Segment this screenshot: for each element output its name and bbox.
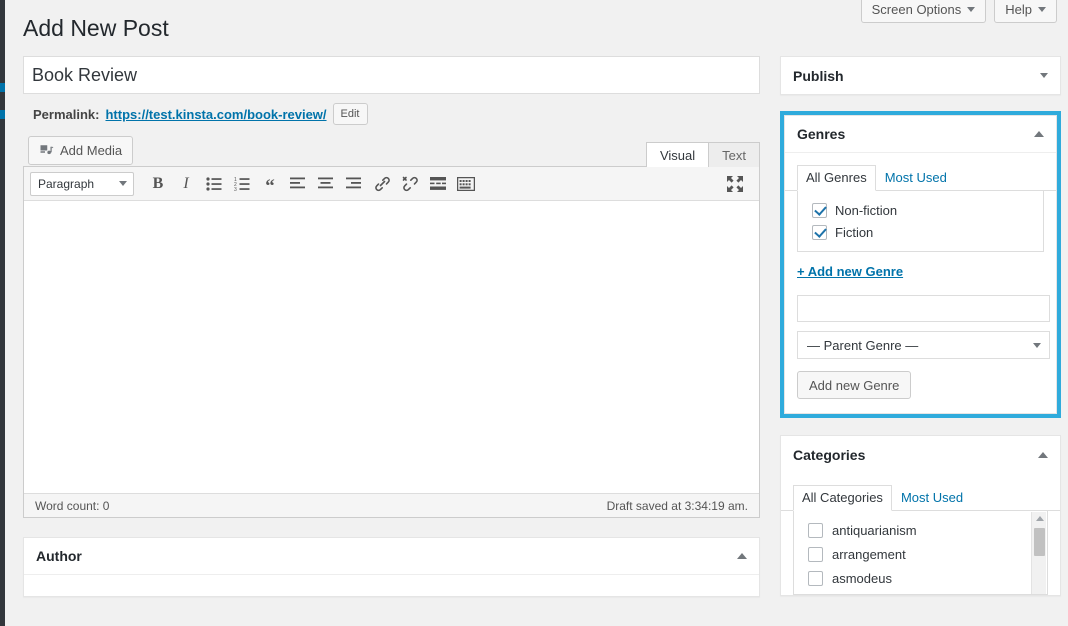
align-right-icon[interactable] [340, 171, 368, 197]
draft-saved-status: Draft saved at 3:34:19 am. [607, 499, 748, 513]
chevron-down-icon [967, 7, 975, 12]
fullscreen-icon[interactable] [721, 171, 749, 197]
bold-icon[interactable]: B [144, 171, 172, 197]
category-checkbox-antiquarianism[interactable] [808, 523, 823, 538]
genres-metabox-title: Genres [797, 126, 845, 142]
tab-most-used-categories[interactable]: Most Used [892, 485, 972, 511]
admin-page: Screen Options Help Add New Post Permali… [5, 0, 1068, 626]
genre-label-fiction: Fiction [835, 225, 873, 240]
add-new-genre-link[interactable]: + Add new Genre [797, 264, 1044, 279]
category-checkbox-asmodeus[interactable] [808, 571, 823, 586]
align-center-icon[interactable] [312, 171, 340, 197]
add-media-icon [39, 143, 54, 158]
categories-checklist: antiquarianism arrangement asmodeus [793, 511, 1048, 595]
paragraph-format-select[interactable]: Paragraph [30, 172, 134, 196]
screen-options-button[interactable]: Screen Options [861, 0, 987, 23]
media-buttons-row: Add Media Visual Text [23, 136, 760, 166]
editor-container: Paragraph B I 1 2 3 [23, 166, 760, 518]
screen-options-label: Screen Options [872, 3, 962, 16]
genre-label-non-fiction: Non-fiction [835, 203, 897, 218]
chevron-up-icon[interactable] [1034, 131, 1044, 137]
remove-link-icon[interactable] [396, 171, 424, 197]
add-media-button[interactable]: Add Media [28, 136, 133, 165]
toolbar-toggle-icon[interactable] [452, 171, 480, 197]
category-item-antiquarianism[interactable]: antiquarianism [794, 518, 1047, 542]
tab-all-categories[interactable]: All Categories [793, 485, 892, 511]
author-metabox-header[interactable]: Author [24, 538, 759, 575]
tab-most-used-genres[interactable]: Most Used [876, 165, 956, 191]
genres-highlight-border: Genres All Genres Most Used Non-fiction … [780, 111, 1061, 418]
read-more-icon[interactable] [424, 171, 452, 197]
category-label-arrangement: arrangement [832, 547, 906, 562]
post-sidebar: Publish Genres All Genres Most Used N [780, 56, 1061, 596]
tab-visual[interactable]: Visual [646, 142, 709, 167]
parent-genre-select[interactable]: — Parent Genre — [797, 331, 1050, 359]
categories-scrollbar[interactable] [1031, 512, 1046, 594]
word-count: Word count: 0 [35, 499, 109, 513]
parent-genre-value: — Parent Genre — [807, 338, 918, 353]
author-metabox: Author [23, 537, 760, 597]
chevron-down-icon [1033, 343, 1041, 348]
align-left-icon[interactable] [284, 171, 312, 197]
add-media-label: Add Media [60, 143, 122, 158]
genre-checkbox-non-fiction[interactable] [812, 203, 827, 218]
permalink-row: Permalink: https://test.kinsta.com/book-… [23, 103, 760, 125]
editor-status-bar: Word count: 0 Draft saved at 3:34:19 am. [24, 493, 759, 517]
author-metabox-title: Author [36, 548, 82, 564]
chevron-up-icon[interactable] [1038, 452, 1048, 458]
help-label: Help [1005, 3, 1032, 16]
editor-toolbar: Paragraph B I 1 2 3 [24, 167, 759, 201]
publish-metabox-header[interactable]: Publish [781, 57, 1060, 94]
categories-tabs: All Categories Most Used [781, 473, 1060, 511]
categories-metabox: Categories All Categories Most Used anti… [780, 435, 1061, 596]
blockquote-icon[interactable]: “ [256, 171, 284, 197]
category-label-antiquarianism: antiquarianism [832, 523, 917, 538]
editor-content-area[interactable] [24, 201, 759, 493]
page-title: Add New Post [23, 14, 169, 43]
chevron-up-icon[interactable] [737, 553, 747, 559]
post-title-input[interactable] [23, 56, 760, 94]
editor-mode-tabs: Visual Text [646, 142, 760, 167]
add-new-genre-button[interactable]: Add new Genre [797, 371, 911, 399]
scroll-up-arrow-icon[interactable] [1036, 516, 1044, 521]
category-item-asmodeus[interactable]: asmodeus [794, 566, 1047, 590]
publish-metabox: Publish [780, 56, 1061, 95]
categories-metabox-title: Categories [793, 447, 865, 463]
svg-text:3: 3 [234, 187, 237, 191]
tab-all-genres[interactable]: All Genres [797, 165, 876, 191]
edit-permalink-button[interactable]: Edit [333, 103, 368, 125]
bulleted-list-icon[interactable] [200, 171, 228, 197]
permalink-label: Permalink: [33, 107, 99, 122]
category-item-arrangement[interactable]: arrangement [794, 542, 1047, 566]
numbered-list-icon[interactable]: 1 2 3 [228, 171, 256, 197]
insert-link-icon[interactable] [368, 171, 396, 197]
genres-checklist: Non-fiction Fiction [797, 191, 1044, 252]
genres-tabs: All Genres Most Used [785, 153, 1056, 191]
chevron-down-icon [119, 181, 127, 186]
post-body-content: Permalink: https://test.kinsta.com/book-… [23, 56, 760, 597]
category-checkbox-arrangement[interactable] [808, 547, 823, 562]
publish-metabox-title: Publish [793, 68, 844, 84]
screen-meta-links: Screen Options Help [861, 0, 1057, 23]
paragraph-format-value: Paragraph [38, 177, 94, 191]
chevron-down-icon[interactable] [1040, 73, 1048, 78]
scrollbar-thumb[interactable] [1034, 528, 1045, 556]
permalink-link[interactable]: https://test.kinsta.com/book-review/ [105, 107, 326, 122]
tab-text[interactable]: Text [709, 142, 760, 167]
genre-item-fiction[interactable]: Fiction [798, 221, 1043, 243]
new-genre-name-input[interactable] [797, 295, 1050, 322]
genre-item-non-fiction[interactable]: Non-fiction [798, 199, 1043, 221]
italic-icon[interactable]: I [172, 171, 200, 197]
category-label-asmodeus: asmodeus [832, 571, 892, 586]
chevron-down-icon [1038, 7, 1046, 12]
genres-metabox-header[interactable]: Genres [785, 116, 1056, 153]
categories-metabox-header[interactable]: Categories [781, 436, 1060, 473]
genre-checkbox-fiction[interactable] [812, 225, 827, 240]
help-button[interactable]: Help [994, 0, 1057, 23]
genres-metabox: Genres All Genres Most Used Non-fiction … [784, 115, 1057, 414]
